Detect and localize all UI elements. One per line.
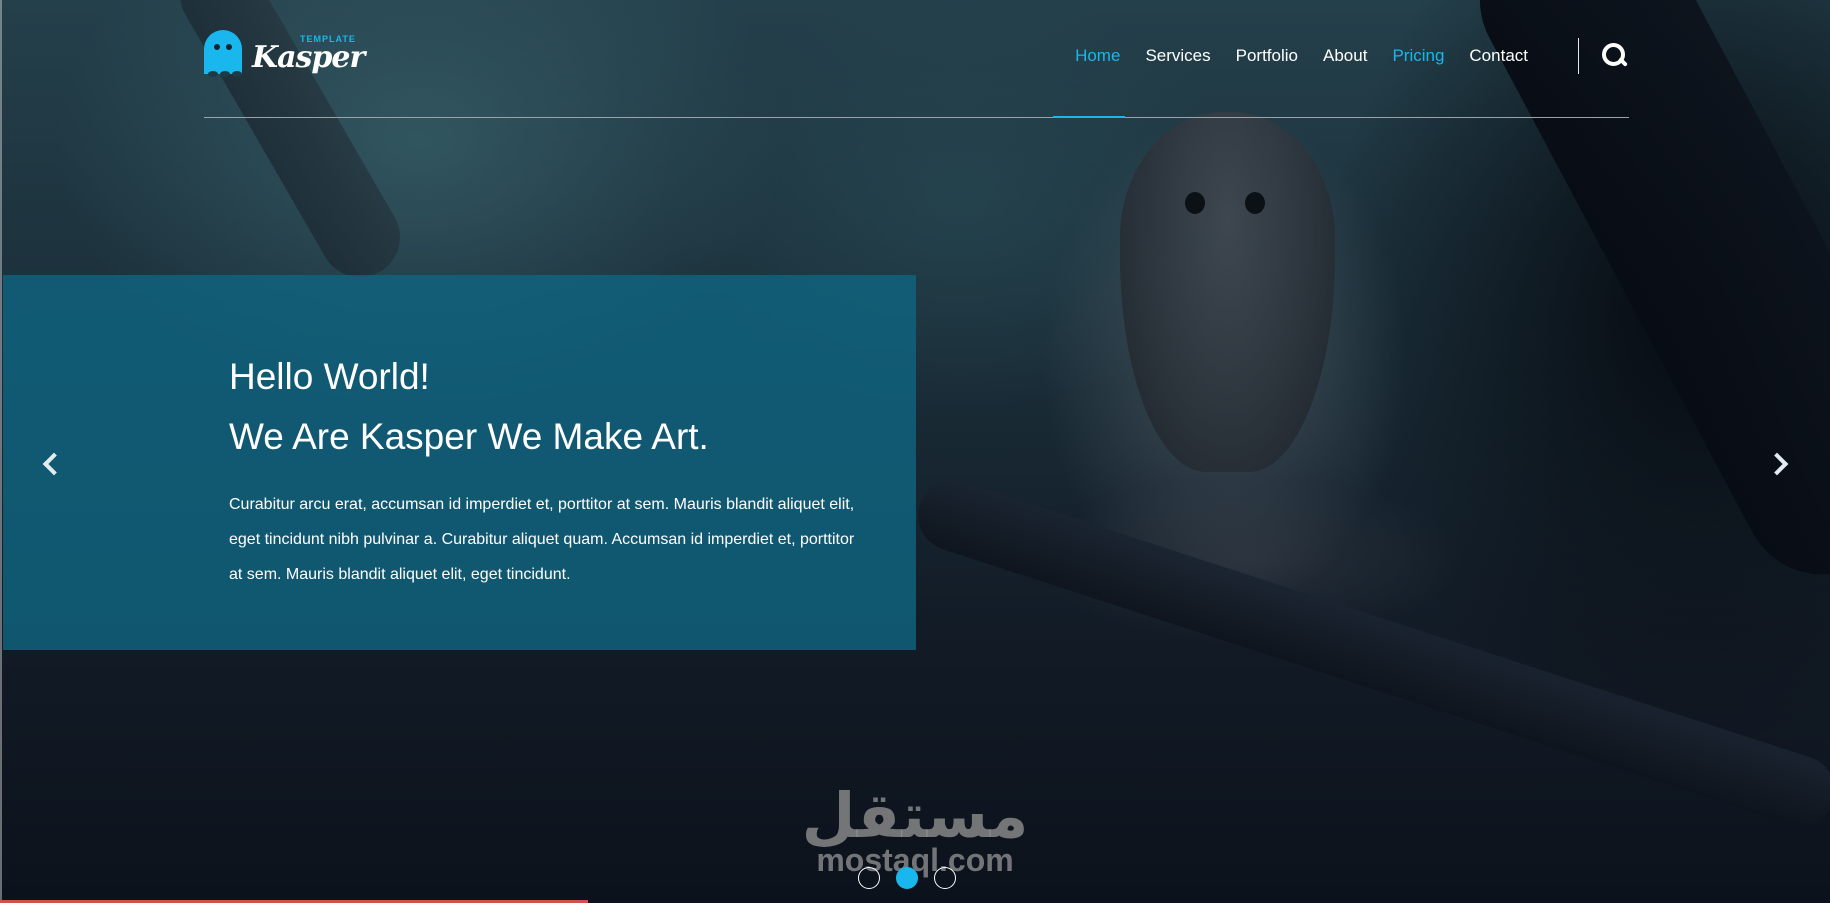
slider-pagination — [858, 867, 972, 889]
logo-name: Kasper — [252, 40, 365, 75]
main-nav: Home Services Portfolio About Pricing Co… — [1050, 36, 1629, 76]
nav-contact[interactable]: Contact — [1469, 36, 1528, 76]
nav-separator — [1578, 38, 1579, 74]
search-icon[interactable] — [1601, 42, 1629, 70]
nav-about[interactable]: About — [1323, 36, 1367, 76]
ghost-logo-icon — [204, 30, 242, 77]
nav-pricing[interactable]: Pricing — [1392, 36, 1444, 76]
nav-portfolio[interactable]: Portfolio — [1236, 36, 1298, 76]
nav-active-indicator — [1053, 116, 1125, 118]
slider-dot-3[interactable] — [934, 867, 956, 889]
mostaql-watermark: مستقل mostaql.com — [800, 779, 1030, 878]
logo[interactable]: TEMPLATE Kasper — [204, 28, 365, 78]
owl-image — [1120, 112, 1335, 472]
chevron-left-icon — [42, 452, 66, 476]
hero-text-panel: Hello World! We Are Kasper We Make Art. … — [3, 275, 916, 650]
slider-next-button[interactable] — [1765, 446, 1795, 486]
hero-title-line2: We Are Kasper We Make Art. — [229, 416, 709, 457]
slider-dot-2[interactable] — [896, 867, 918, 889]
hero-title-line1: Hello World! — [229, 356, 430, 397]
page-edge — [0, 0, 2, 903]
nav-home[interactable]: Home — [1075, 36, 1120, 76]
hero-description: Curabitur arcu erat, accumsan id imperdi… — [229, 496, 855, 583]
slider-prev-button[interactable] — [38, 446, 68, 486]
header-divider — [204, 117, 1629, 118]
watermark-arabic: مستقل — [801, 779, 1029, 852]
slider-dot-1[interactable] — [858, 867, 880, 889]
site-header: TEMPLATE Kasper Home Services Portfolio … — [204, 0, 1629, 118]
nav-services[interactable]: Services — [1145, 36, 1210, 76]
hero-title: Hello World! We Are Kasper We Make Art. — [229, 347, 709, 467]
chevron-right-icon — [1765, 452, 1789, 476]
